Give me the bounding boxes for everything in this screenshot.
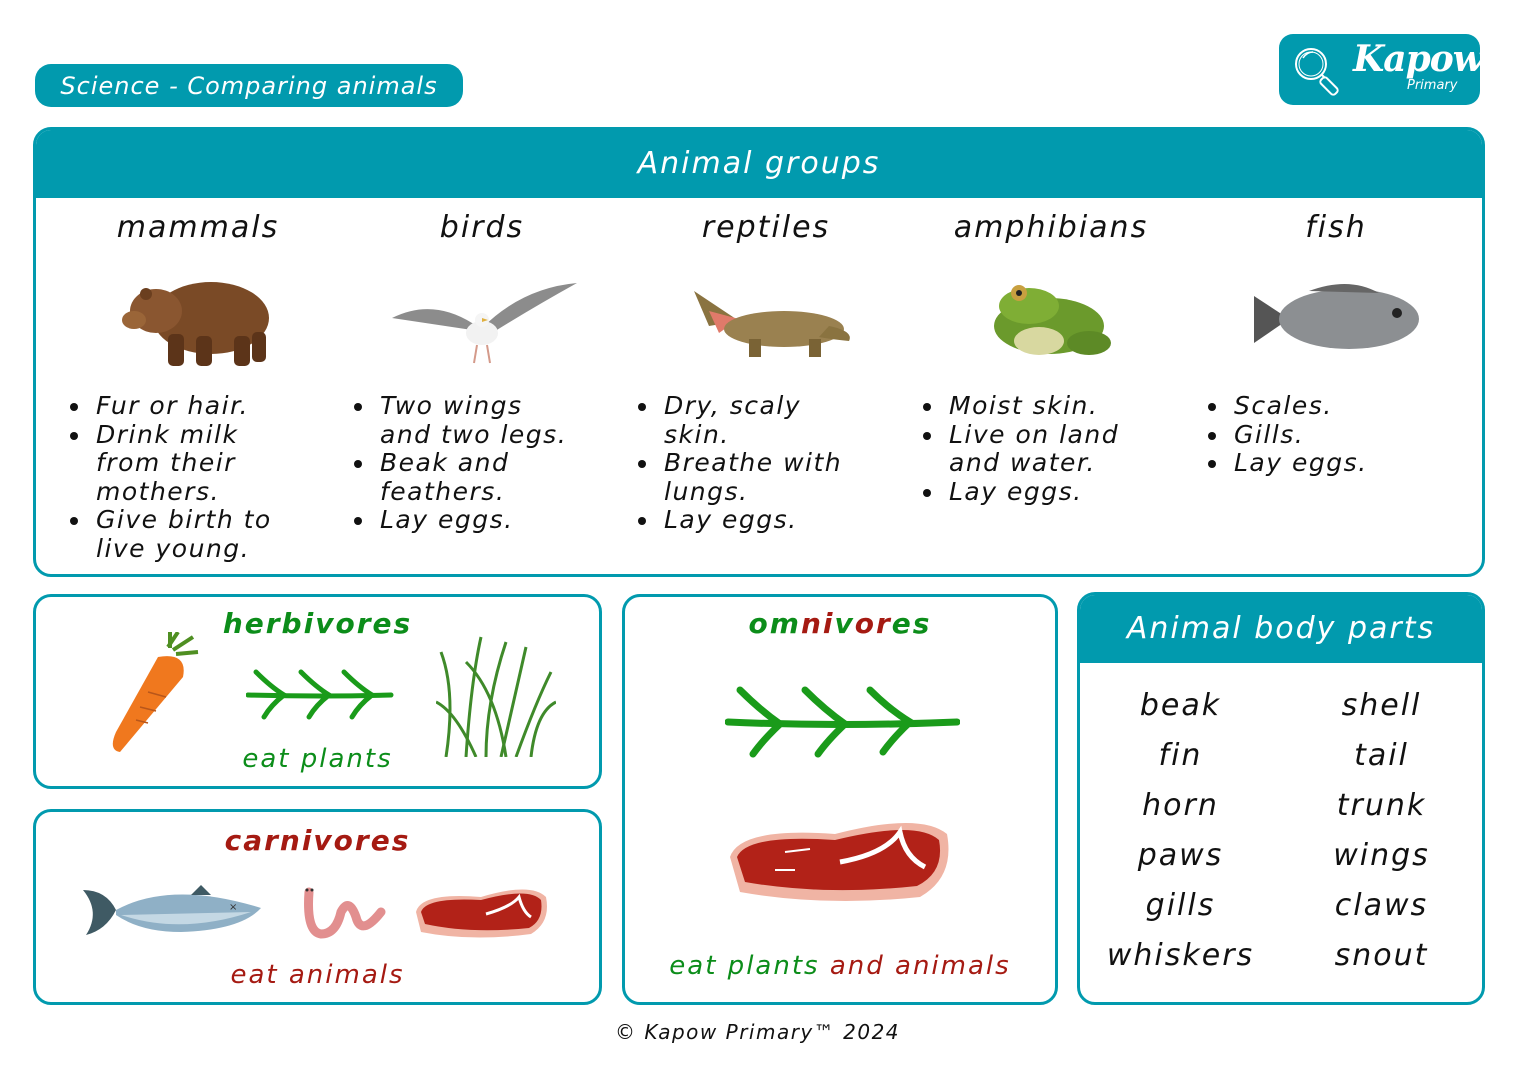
page-title: Science - Comparing animals [35,64,463,107]
carrot-image [112,632,199,752]
facts-list: Fur or hair. Drink milk from their mothe… [58,391,338,563]
fact: Drink milk from their mothers. [92,420,246,507]
fact: Lay eggs. [1230,448,1476,478]
frog-image [993,284,1111,355]
group-birds: birds Two wings and two legs. Beak and f… [342,210,622,535]
bear-image [121,281,269,366]
logo-sub: Primary [1407,78,1458,93]
facts-list: Two wings and two legs. Beak and feather… [342,391,622,535]
fact: Lay eggs. [376,505,622,535]
body-part-word: horn [1142,788,1219,823]
fact: Give birth to live young. [92,505,286,563]
body-part-word: tail [1354,738,1409,773]
fact: Scales. [1230,391,1476,421]
fact: Lay eggs. [945,477,1191,507]
herbivores-panel: herbivores eat plants [33,594,602,789]
group-name: amphibians [953,210,1149,245]
carnivores-caption: eat animals [230,960,405,990]
herbivores-caption: eat plants [242,744,393,774]
body-part-word: trunk [1336,788,1427,823]
body-part-word: paws [1137,838,1224,873]
omnivores-title: omnivores [625,607,1055,640]
crocodile-image [693,290,850,357]
grass-image [436,636,556,757]
svg-text:×: × [229,902,237,913]
omnivores-panel: omnivores eat plants and animals [622,594,1058,1005]
body-part-word: gills [1145,888,1216,923]
omnivores-title-part: or [854,607,892,640]
fact: Dry, scaly skin. [660,391,834,449]
fact: Beak and feathers. [376,448,530,506]
kapow-logo: Kapow Primary [1279,34,1484,105]
animal-groups-title: Animal groups [36,130,1482,198]
arrow-icon [725,686,960,758]
body-part-word: whiskers [1106,938,1255,973]
group-fish: fish Scales. Gills. Lay eggs. [1196,210,1476,478]
magnifier-icon [1295,48,1339,96]
omnivores-title-part: om [748,607,801,640]
group-name: fish [1305,210,1367,245]
animal-groups-panel: Animal groups mammals Fur or hair. Drink… [33,127,1485,577]
group-name: reptiles [701,210,831,245]
body-part-word: wings [1333,838,1430,873]
omnivores-caption-plants: eat plants [669,951,820,981]
omnivores-caption: eat plants and animals [625,951,1055,981]
fact: Two wings and two legs. [376,391,580,449]
facts-list: Dry, scaly skin. Breathe with lungs. Lay… [626,391,906,535]
fact: Breathe with lungs. [660,448,864,506]
group-name: mammals [116,210,280,245]
steak-image [730,823,949,901]
group-mammals: mammals Fur or hair. Drink milk from the… [58,210,338,563]
seagull-image [392,283,577,364]
omnivores-title-part: ni [800,607,835,640]
omnivores-title-part: v [834,607,855,640]
carnivores-panel: carnivores × eat animals [33,809,602,1005]
omnivores-title-part: es [891,607,932,640]
body-part-word: snout [1334,938,1429,973]
fact: Fur or hair. [92,391,338,421]
fact: Gills. [1230,420,1476,450]
fish-image [1253,283,1419,349]
fact: Live on land and water. [945,420,1139,478]
body-part-word: beak [1139,688,1222,723]
worm-image [304,887,386,939]
logo-brand: Kapow [1353,38,1484,80]
group-name: birds [439,210,525,245]
body-parts-title: Animal body parts [1080,595,1482,663]
facts-list: Scales. Gills. Lay eggs. [1196,391,1476,478]
group-reptiles: reptiles Dry, scaly skin. Breathe with l… [626,210,906,535]
body-parts-panel: Animal body parts beak shell fin tail ho… [1077,592,1485,1005]
steak-image [416,889,547,938]
group-amphibians: amphibians Moist skin. Live on land and … [911,210,1191,506]
body-part-word: shell [1341,688,1422,723]
fish-image: × [83,885,261,935]
body-part-word: fin [1158,738,1203,773]
body-part-word: claws [1334,888,1429,923]
omnivores-caption-animals: and animals [829,951,1011,981]
carnivores-title: carnivores [224,824,411,857]
copyright-footer: © Kapow Primary™ 2024 [614,1020,901,1044]
fact: Moist skin. [945,391,1191,421]
facts-list: Moist skin. Live on land and water. Lay … [911,391,1191,507]
fact: Lay eggs. [660,505,906,535]
body-parts-list: beak shell fin tail horn trunk paws wing… [1080,685,1482,977]
arrow-icon [246,669,394,720]
